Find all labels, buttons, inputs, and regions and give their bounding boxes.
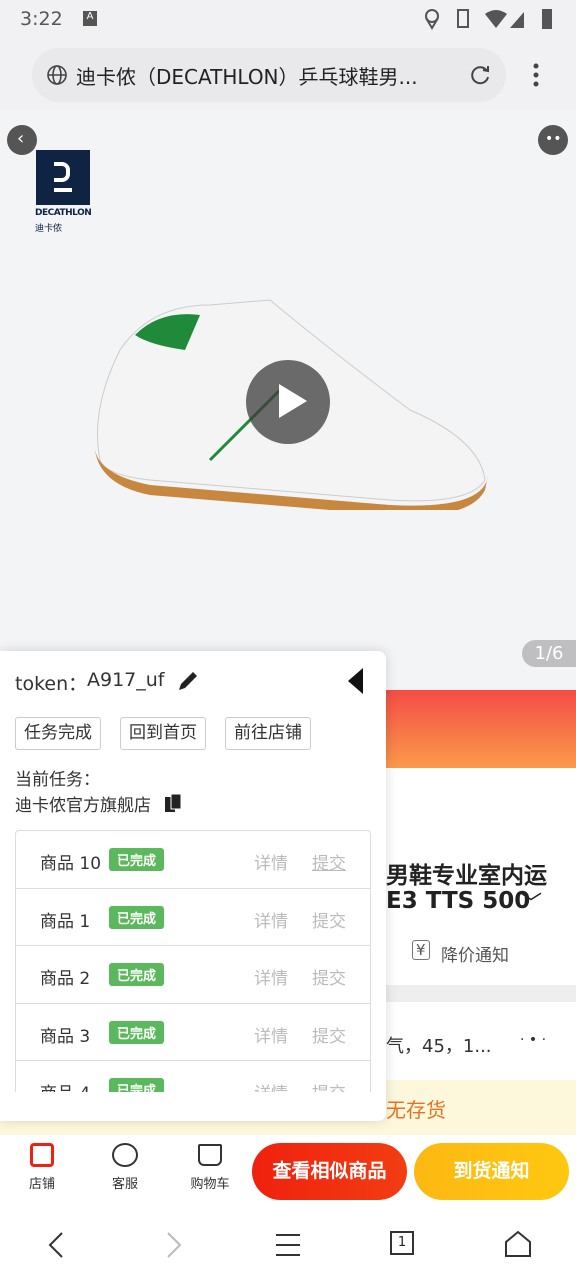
token-value: A917_uf — [87, 669, 165, 691]
more-icon[interactable]: •• — [538, 125, 568, 155]
product-title-line1: 男鞋专业室内运 — [386, 863, 547, 889]
item-name: 商品 10 — [40, 854, 102, 874]
status-badge: 已完成 — [109, 1020, 165, 1044]
brand-name: DECATHLON — [35, 208, 92, 218]
token-label: token： — [15, 673, 88, 695]
submit-link[interactable]: 提交 — [312, 849, 346, 874]
expand-icon[interactable]: ﹀ — [520, 886, 542, 918]
store-name: 迪卡侬官方旗舰店 — [15, 796, 151, 816]
page-title: 迪卡侬（DECATHLON）乒乓球鞋男... — [76, 64, 418, 89]
detail-link[interactable]: 详情 — [254, 849, 288, 874]
detail-link[interactable]: 详情 — [254, 1079, 288, 1092]
item-name: 商品 1 — [40, 911, 91, 932]
store-button[interactable]: 店铺 — [12, 1141, 72, 1192]
item-name: 商品 3 — [40, 1026, 91, 1047]
more-dots-icon[interactable]: · • · — [520, 1032, 546, 1048]
system-icons — [425, 9, 552, 30]
service-button[interactable]: 客服 — [95, 1141, 155, 1192]
submit-link[interactable]: 提交 — [312, 1079, 346, 1092]
tabs-button[interactable]: 1 — [390, 1231, 414, 1255]
product-title-line2: E3 TTS 500 — [386, 888, 531, 914]
globe-icon — [47, 65, 67, 85]
submit-link[interactable]: 提交 — [312, 907, 346, 932]
task-list: 商品 10 已完成 详情 提交 商品 1 已完成 详情 提交 商品 2 已完成 详情 提交 商品 … — [15, 830, 371, 1092]
home-button[interactable]: 回到首页 — [120, 717, 206, 750]
table-row: 商品 3 已完成 详情 提交 — [16, 1004, 370, 1061]
go-to-store-button[interactable]: 前往店铺 — [225, 717, 311, 750]
cart-label: 购物车 — [190, 1177, 230, 1192]
selected-spec: 气，45，1... — [386, 1036, 492, 1057]
table-row: 商品 1 已完成 详情 提交 — [16, 889, 370, 946]
submit-link[interactable]: 提交 — [312, 1022, 346, 1047]
image-pager: 1/6 — [522, 640, 576, 667]
yen-icon: ¥ — [412, 940, 430, 960]
decathlon-logo — [36, 150, 90, 205]
task-complete-button[interactable]: 任务完成 — [15, 717, 101, 750]
home-icon[interactable] — [504, 1230, 532, 1258]
current-task-label: 当前任务： — [15, 770, 100, 790]
clock: 3:22 — [20, 8, 63, 30]
browser-toolbar: 迪卡侬（DECATHLON）乒乓球鞋男... — [0, 38, 576, 110]
back-icon[interactable]: ‹ — [7, 125, 37, 155]
stock-status: 无存货 — [386, 1098, 446, 1122]
status-badge: 已完成 — [109, 963, 165, 986]
item-name: 商品 4 — [40, 1079, 90, 1092]
cart-button[interactable]: 购物车 — [180, 1141, 240, 1192]
promo-banner — [386, 690, 576, 768]
submit-link[interactable]: 提交 — [312, 964, 346, 989]
status-badge: 已完成 — [109, 905, 165, 929]
arrival-notify-button[interactable]: 到货通知 — [414, 1143, 569, 1200]
back-icon[interactable] — [44, 1230, 68, 1260]
copy-icon[interactable] — [164, 793, 182, 813]
browser-nav-bar: 1 — [0, 1210, 576, 1280]
service-icon — [112, 1143, 138, 1167]
brand-name-cn: 迪卡侬 — [35, 224, 63, 234]
cart-icon — [198, 1144, 222, 1166]
notification-icon: A — [83, 11, 97, 26]
edit-icon[interactable] — [176, 669, 200, 693]
service-label: 客服 — [111, 1177, 138, 1192]
price-alert-link[interactable]: 降价通知 — [441, 941, 509, 966]
detail-link[interactable]: 详情 — [254, 964, 288, 989]
reload-icon[interactable] — [468, 63, 492, 87]
status-bar: 3:22 A — [0, 0, 576, 38]
forward-icon[interactable] — [162, 1230, 186, 1260]
product-gallery[interactable]: ‹ •• DECATHLON 迪卡侬 1/6 — [0, 110, 576, 690]
address-bar[interactable]: 迪卡侬（DECATHLON）乒乓球鞋男... — [32, 48, 506, 102]
store-label: 店铺 — [28, 1177, 55, 1192]
detail-link[interactable]: 详情 — [254, 907, 288, 932]
task-panel: token： A917_uf 任务完成 回到首页 前往店铺 当前任务： 迪卡侬官… — [0, 651, 386, 1121]
table-row: 商品 4 已完成 详情 提交 — [16, 1061, 370, 1092]
collapse-icon[interactable] — [348, 668, 363, 694]
detail-link[interactable]: 详情 — [254, 1022, 288, 1047]
bottom-action-bar: 店铺 客服 购物车 查看相似商品 到货通知 — [0, 1135, 576, 1210]
status-badge: 已完成 — [109, 1078, 165, 1092]
status-badge: 已完成 — [109, 848, 165, 871]
table-row: 商品 10 已完成 详情 提交 — [16, 831, 370, 889]
store-icon — [30, 1143, 54, 1167]
item-name: 商品 2 — [40, 969, 91, 989]
menu-icon[interactable] — [530, 62, 542, 90]
play-video-button[interactable] — [246, 360, 330, 444]
similar-products-button[interactable]: 查看相似商品 — [252, 1143, 407, 1200]
menu-lines-icon[interactable] — [274, 1232, 302, 1258]
table-row: 商品 2 已完成 详情 提交 — [16, 946, 370, 1004]
